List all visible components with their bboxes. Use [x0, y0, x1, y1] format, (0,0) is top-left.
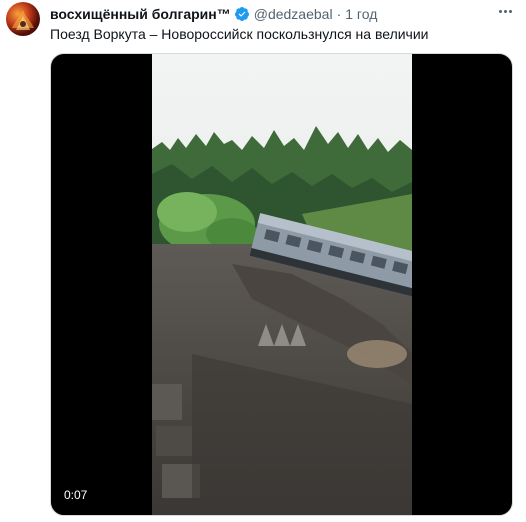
display-name[interactable]: восхищённый болгарин™	[50, 6, 231, 22]
tweet-text: Поезд Воркута – Новороссийск поскользнул…	[50, 26, 429, 42]
separator-dot: ·	[336, 6, 342, 22]
video-duration: 0:07	[59, 487, 93, 503]
user-handle[interactable]: @dedzaebal	[254, 6, 333, 22]
video-player[interactable]: 0:07	[50, 53, 513, 516]
tweet: восхищённый болгарин™ @dedzaebal · 1 год…	[0, 0, 526, 522]
verified-badge-icon	[234, 6, 250, 22]
video-thumbnail	[152, 54, 412, 515]
more-options-icon[interactable]	[494, 2, 516, 20]
tweet-timestamp[interactable]: 1 год	[345, 6, 377, 22]
avatar[interactable]	[6, 2, 40, 36]
tweet-header: восхищённый болгарин™ @dedzaebal · 1 год	[50, 4, 377, 24]
